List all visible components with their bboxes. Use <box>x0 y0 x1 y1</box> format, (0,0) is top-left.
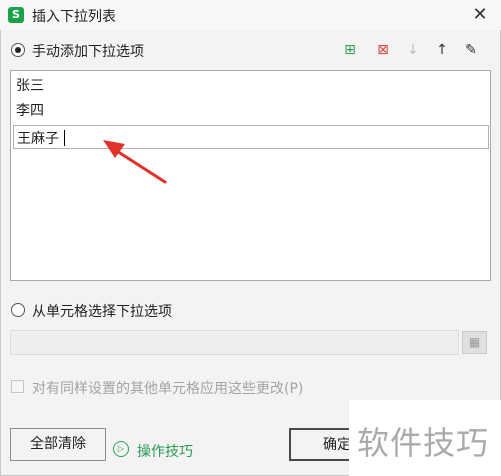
watermark: 软件技巧 <box>349 400 501 476</box>
close-icon[interactable]: ✕ <box>468 3 492 27</box>
apply-all-label: 对有同样设置的其他单元格应用这些更改(P) <box>32 381 304 397</box>
options-list[interactable]: 张三 李四 王麻子 <box>10 70 491 281</box>
cell-options-label[interactable]: 从单元格选择下拉选项 <box>32 301 172 321</box>
delete-item-icon[interactable]: ⊠ <box>373 40 393 60</box>
apply-all-checkbox[interactable] <box>11 380 24 393</box>
move-down-icon: ↓ <box>407 42 419 58</box>
text-caret <box>64 130 65 146</box>
app-logo-icon: S <box>8 7 24 23</box>
manual-options-label[interactable]: 手动添加下拉选项 <box>32 41 144 61</box>
list-item-edit-field[interactable]: 王麻子 <box>13 125 489 149</box>
add-item-icon[interactable]: ⊞ <box>340 40 360 60</box>
watermark-text: 软件技巧 <box>357 424 490 462</box>
clear-all-button[interactable]: 全部清除 <box>10 428 106 461</box>
list-item: 王麻子 <box>17 131 59 147</box>
cell-range-input[interactable] <box>10 330 459 355</box>
list-item[interactable]: 李四 <box>16 99 44 123</box>
list-item[interactable]: 张三 <box>16 74 44 98</box>
range-select-icon[interactable]: ▦ <box>462 331 487 354</box>
edit-item-icon[interactable]: ✎ <box>461 40 481 60</box>
cell-options-radio[interactable] <box>11 303 25 317</box>
help-link[interactable]: 操作技巧 <box>137 441 193 461</box>
annotation-arrow <box>103 140 167 184</box>
dialog-title: 插入下拉列表 <box>32 9 116 25</box>
play-help-icon[interactable]: ▷ <box>113 441 129 457</box>
move-up-icon[interactable]: ↑ <box>432 40 452 60</box>
manual-options-radio[interactable] <box>11 43 25 57</box>
